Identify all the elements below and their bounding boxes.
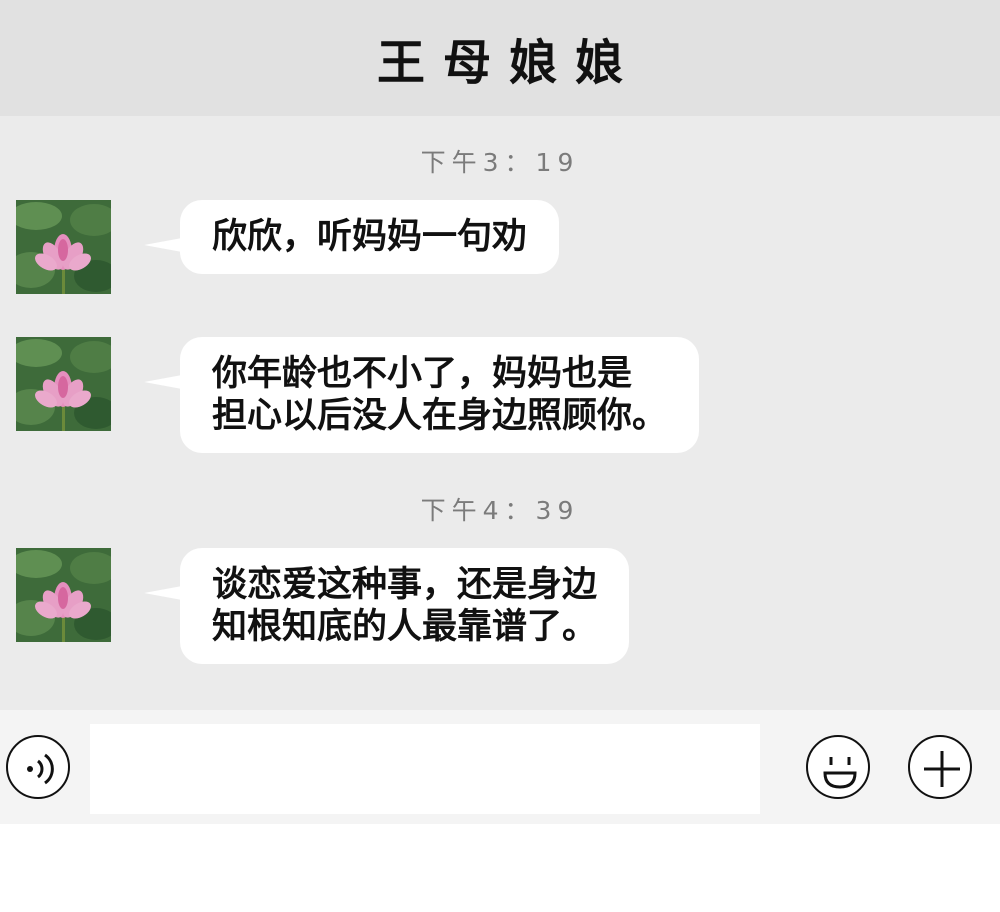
voice-icon [27,753,54,785]
emoji-button[interactable] [806,735,870,799]
input-bar [0,710,1000,824]
voice-button[interactable] [6,735,70,799]
lotus-avatar[interactable] [16,337,111,431]
lotus-avatar[interactable] [16,548,111,642]
timestamp: 下午4：39 [420,496,580,525]
chat-header: 王母娘娘 [0,0,1000,116]
emoji-icon [823,757,857,789]
message-bubble[interactable]: 你年龄也不小了，妈妈也是 担心以后没人在身边照顾你。 [143,337,700,453]
message-bubble[interactable]: 谈恋爱这种事，还是身边 知根知底的人最靠谱了。 [143,548,630,664]
contact-name: 王母娘娘 [376,35,641,91]
plus-button[interactable] [908,735,972,799]
message-list[interactable]: 下午3：19 欣欣，听妈妈一句劝 你年龄也不小了，妈妈也是 担心以后没人在身边照… [0,116,1000,710]
lotus-avatar[interactable] [16,200,111,294]
message-input[interactable] [90,724,760,814]
message-bubble[interactable]: 欣欣，听妈妈一句劝 [143,200,560,274]
timestamp: 下午3：19 [420,148,580,177]
plus-icon [924,751,960,787]
